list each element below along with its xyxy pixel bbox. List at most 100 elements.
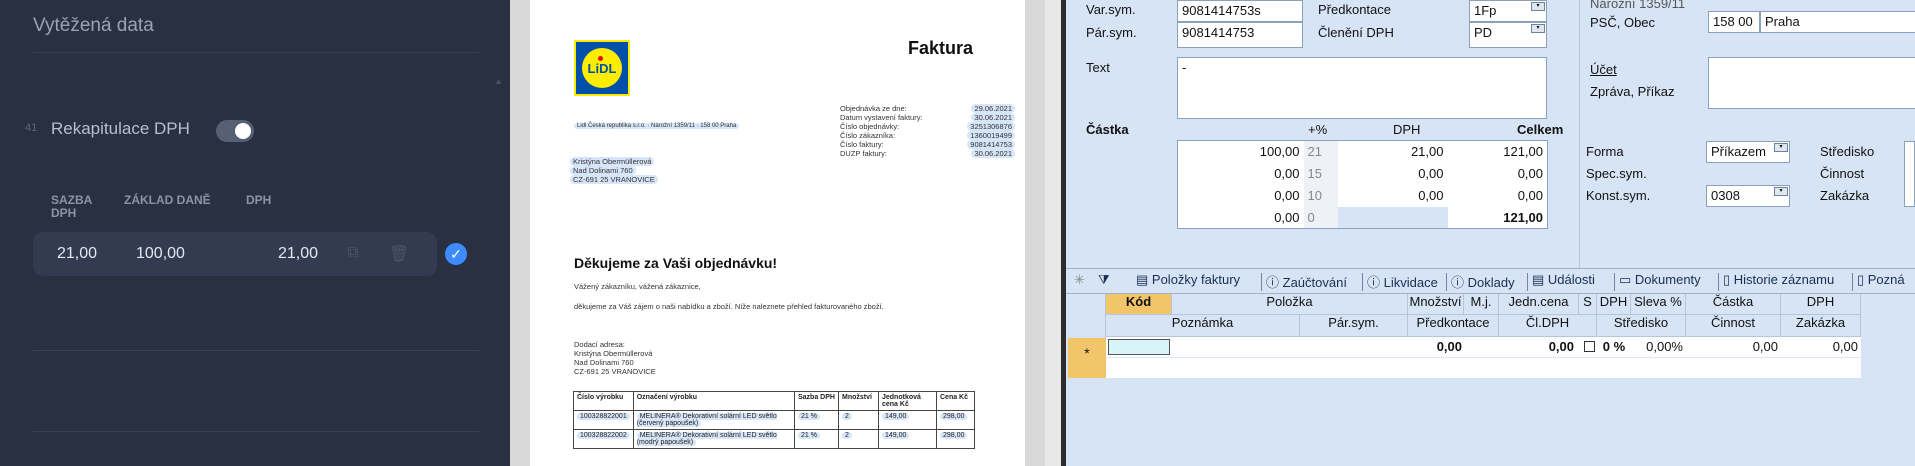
th-unit: Jednotková cena Kč [878,391,937,411]
ulice-value: Nárožní 1359/11 [1590,0,1686,11]
pct-header: +% [1308,122,1328,137]
meta-row: Datum vystavení faktury: 30.06.2021 [840,113,1015,122]
duplicate-icon[interactable]: ⧉ [344,244,362,262]
tab-dokumenty[interactable]: ▭ Dokumenty [1619,272,1701,288]
text-field[interactable]: - [1177,57,1547,119]
lidl-logo: LiDL [574,40,630,96]
parsym-field[interactable]: 9081414753 [1177,22,1303,48]
col-poznamka[interactable]: Poznámka [1106,314,1300,336]
stredisko-label: Středisko [1820,144,1875,159]
dph-value-cell[interactable]: 0,00 [1781,339,1858,354]
amount-row: 0,00 15 0,00 0,00 [1178,162,1548,185]
meta-row: Číslo faktury: 9081414753 [840,140,1015,149]
col-mnozstvi[interactable]: Množství [1408,294,1464,314]
castka-cell[interactable]: 0,00 [1686,339,1778,354]
s-checkbox[interactable] [1584,341,1595,352]
invoice-page: LiDL Faktura Lidl Česká republika s.r.o.… [530,0,1025,466]
kod-cell-editor[interactable] [1108,339,1170,355]
stredisko-field[interactable] [1904,141,1915,207]
tab-udalosti[interactable]: ▤ Události [1532,272,1595,288]
invoice-meta: Objednávka ze dne: 29.06.2021 Datum vystav… [840,104,1015,158]
confirm-check-icon[interactable]: ✓ [445,243,467,265]
recap-toggle[interactable] [216,120,254,142]
invoice-title: Faktura [908,38,974,58]
collapse-caret-icon[interactable]: ▴ [496,76,501,87]
col-cldph[interactable]: Čl.DPH [1499,314,1597,336]
pin-icon[interactable]: ✳ [1074,272,1085,288]
varsym-label: Var.sym. [1086,2,1136,17]
tab-likvidace[interactable]: ⓘ Likvidace [1367,272,1438,291]
konstsym-label: Konst.sym. [1586,188,1651,203]
th-qty: Množství [838,391,879,411]
tab-polozky[interactable]: ▤ Položky faktury [1136,272,1240,288]
col-polozka[interactable]: Položka [1172,294,1408,314]
forma-label: Forma [1586,144,1624,159]
meta-row: DUZP faktury: 30.06.2021 [840,149,1015,158]
col-parsym[interactable]: Pár.sym. [1300,314,1408,336]
col-kod[interactable]: Kód [1106,294,1172,314]
col-jedncena[interactable]: Jedn.cena [1499,294,1579,314]
tab-doklady[interactable]: ⓘ Doklady [1451,272,1515,291]
col-dph[interactable]: DPH [1597,294,1631,314]
amount-row: 100,00 21 21,00 121,00 [1178,140,1548,163]
th-code: Číslo výrobku [573,391,634,411]
row-number: 41 [25,122,38,134]
thanks-heading: Děkujeme za Vaši objednávku! [574,255,778,271]
table-row[interactable]: 0,00 0,00 0 % 0,00% 0,00 0,00 [1106,336,1861,378]
cleneni-field[interactable]: PD ▾ [1469,22,1547,48]
qty-cell[interactable]: 0,00 [1408,339,1462,354]
dropdown-icon[interactable]: ▾ [1531,24,1545,33]
cinnost-label: Činnost [1820,166,1865,181]
col-dph2[interactable]: DPH [1781,294,1861,314]
vat-base-value[interactable]: 100,00 [136,245,185,263]
col-stredisko[interactable]: Středisko [1597,314,1686,336]
col-mj[interactable]: M.j. [1464,294,1499,314]
dropdown-icon[interactable]: ▾ [1774,143,1788,152]
toggle-knob [235,123,251,139]
obec-field[interactable]: Praha [1760,11,1915,33]
divider [1579,0,1580,268]
varsym-field[interactable]: 9081414753s [1177,0,1303,22]
sleva-cell[interactable]: 0,00% [1631,339,1683,354]
tab-historie[interactable]: ▯ Historie záznamu [1723,272,1834,288]
vat-row: 21,00 100,00 21,00 ⧉ 🗑 [33,232,437,276]
parsym-label: Pár.sym. [1086,25,1137,40]
col-castka[interactable]: Částka [1686,294,1781,314]
vat-rate-value[interactable]: 21,00 [57,245,97,263]
th-price: Cena Kč [936,391,975,411]
tab-zauctovani[interactable]: ⓘ Zaúčtování [1266,272,1347,291]
col-predkontace[interactable]: Předkontace [1408,314,1499,336]
table-row: 100328822002 MELINERA® Dekorativní solár… [573,429,975,449]
konstsym-field[interactable]: 0308 ▾ [1706,185,1790,207]
zprava-label: Zpráva, Příkaz [1590,84,1675,99]
celkem-header: Celkem [1517,122,1564,137]
meta-row: Objednávka ze dne: 29.06.2021 [840,104,1015,113]
filter-icon[interactable]: ⧩ [1098,272,1110,288]
forma-field[interactable]: Příkazem ▾ [1706,141,1790,163]
tab-poznamky[interactable]: ▯ Pozná [1857,272,1905,288]
col-s[interactable]: S [1579,294,1597,314]
zprava-field[interactable] [1708,57,1915,109]
body-text: děkujeme za Váš zájem o naši nabídku a z… [574,302,884,311]
col-sleva[interactable]: Sleva % [1631,294,1686,314]
specsym-label: Spec.sym. [1586,166,1647,181]
col-zakazka[interactable]: Zakázka [1781,314,1861,336]
sender-line: Lidl Česká republika s.r.o. · Nárožní 13… [574,122,740,131]
cleneni-label: Členění DPH [1318,25,1394,40]
meta-row: Číslo objednávky: 3251306876 [840,122,1015,131]
predkontace-field[interactable]: 1Fp ▾ [1469,0,1547,22]
new-row-marker[interactable]: * [1068,338,1106,378]
ucet-link[interactable]: Účet [1590,62,1617,77]
greeting: Vážený zákazníku, vážená zákaznice, [574,282,701,291]
col-cinnost[interactable]: Činnost [1686,314,1781,336]
vat-amount-value[interactable]: 21,00 [278,245,318,263]
meta-row: Číslo zákazníka: 1360019499 [840,131,1015,140]
dph-cell[interactable]: 0 % [1597,339,1631,354]
th-vat: Sazba DPH [794,391,839,411]
dropdown-icon[interactable]: ▾ [1774,187,1788,196]
amount-row: 0,00 0 121,00 [1178,206,1548,229]
price-cell[interactable]: 0,00 [1504,339,1574,354]
dropdown-icon[interactable]: ▾ [1531,2,1545,11]
trash-icon[interactable]: 🗑 [389,244,409,263]
psc-field[interactable]: 158 00 [1708,11,1760,33]
